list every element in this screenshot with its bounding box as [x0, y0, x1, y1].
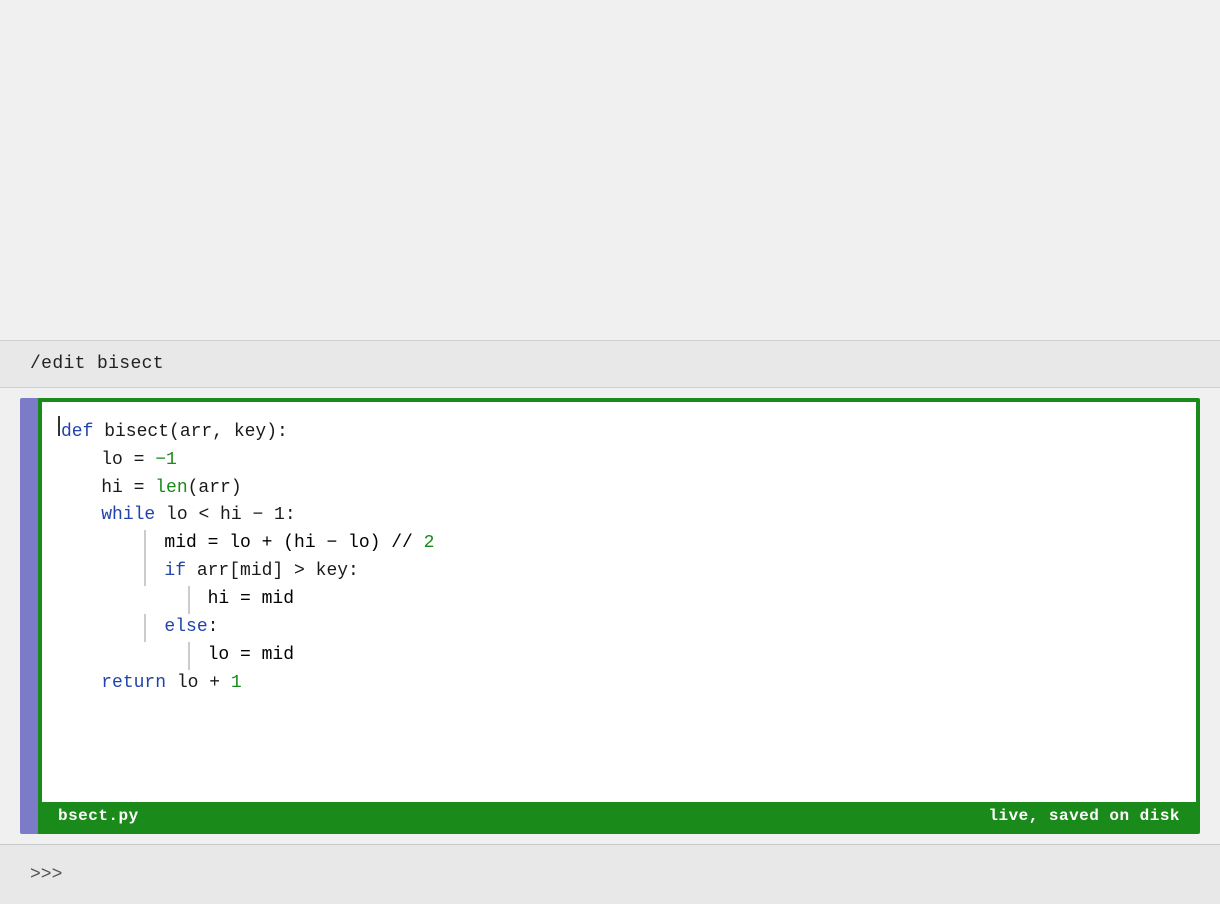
- keyword-def: def: [61, 419, 93, 447]
- indent-bar-6: if arr[mid] > key:: [144, 558, 358, 586]
- command-text: /edit bisect: [30, 354, 164, 374]
- indent-bar-7: hi = mid: [188, 586, 294, 614]
- left-gutter: [20, 398, 38, 834]
- status-bar: bsect.py live, saved on disk: [42, 802, 1196, 830]
- top-spacer: [0, 0, 1220, 340]
- code-line-7: hi = mid: [58, 586, 1176, 614]
- code-line-4: while lo < hi − 1:: [58, 502, 1176, 530]
- code-line-10: return lo + 1: [58, 670, 1176, 698]
- file-status: live, saved on disk: [988, 807, 1180, 825]
- code-line-6: if arr[mid] > key:: [58, 558, 1176, 586]
- code-line-3: hi = len(arr): [58, 475, 1176, 503]
- indent-bar-5: mid = lo + (hi − lo) //: [144, 530, 423, 558]
- keyword-while: while: [101, 502, 155, 530]
- command-bar: /edit bisect: [0, 340, 1220, 388]
- cursor: [58, 416, 60, 436]
- keyword-return: return: [101, 670, 166, 698]
- indent-bar-8: else:: [144, 614, 218, 642]
- repl-prompt[interactable]: >>>: [30, 865, 62, 885]
- code-area[interactable]: def bisect(arr, key): lo = −1 hi = len(a…: [42, 402, 1196, 802]
- code-line-2: lo = −1: [58, 447, 1176, 475]
- bottom-repl: >>>: [0, 844, 1220, 904]
- main-area: /edit bisect def bisect(arr, key): lo = …: [0, 0, 1220, 904]
- indent-bar-9: lo = mid: [188, 642, 294, 670]
- filename: bsect.py: [58, 807, 139, 825]
- code-line-8: else:: [58, 614, 1176, 642]
- editor-section: def bisect(arr, key): lo = −1 hi = len(a…: [0, 388, 1220, 844]
- code-line-9: lo = mid: [58, 642, 1176, 670]
- editor-box[interactable]: def bisect(arr, key): lo = −1 hi = len(a…: [38, 398, 1200, 834]
- code-line-1: def bisect(arr, key):: [58, 416, 1176, 447]
- code-line-5: mid = lo + (hi − lo) // 2: [58, 530, 1176, 558]
